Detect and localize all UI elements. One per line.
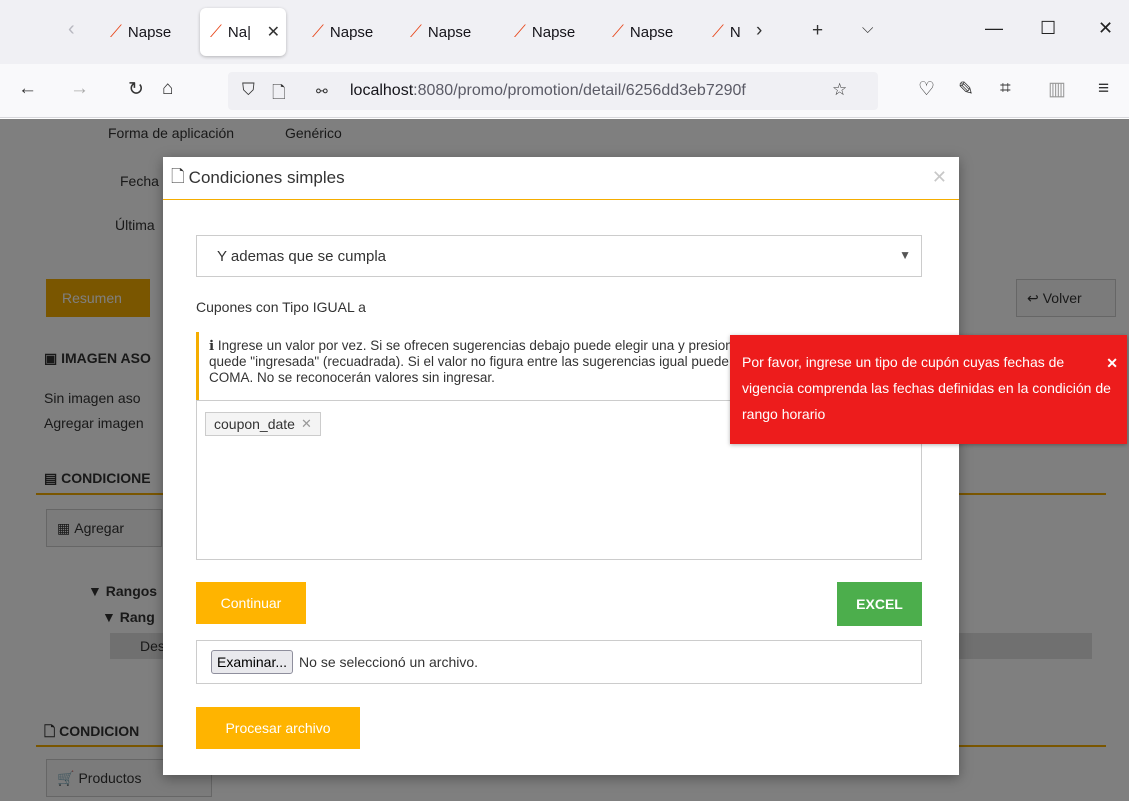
tabs-scroll-left-icon[interactable]: ‹ bbox=[68, 18, 75, 41]
list-tabs-icon[interactable]: ⌵ bbox=[862, 20, 873, 37]
tab-label: Napse bbox=[127, 23, 172, 41]
file-icon: 🗋 bbox=[171, 166, 185, 186]
url-path: :8080/promo/promotion/detail/6256dd3eb72… bbox=[413, 82, 746, 99]
continuar-button[interactable]: Continuar bbox=[196, 582, 306, 624]
excel-button[interactable]: EXCEL bbox=[837, 582, 922, 626]
page-icon[interactable]: 🗋 bbox=[272, 80, 286, 109]
browser-tab-bar: ‹ ⟋ Napse ⟋ Na| ✕ ⟋ Napse ⟋ Napse ⟋ Naps… bbox=[0, 0, 1129, 64]
tag-chip: coupon_date ✕ bbox=[205, 412, 321, 436]
minimize-icon[interactable]: — bbox=[985, 18, 1003, 39]
browser-tab[interactable]: ⟋ Napse bbox=[612, 8, 702, 56]
reload-icon[interactable]: ↻ bbox=[128, 78, 144, 101]
tab-close-icon[interactable]: ✕ bbox=[267, 22, 280, 42]
condition-select[interactable]: Y ademas que se cumpla ▼ bbox=[196, 235, 922, 277]
cupones-field-label: Cupones con Tipo IGUAL a bbox=[196, 299, 366, 315]
browser-tab[interactable]: ⟋ Napse bbox=[110, 8, 190, 56]
pocket-icon[interactable]: ♡ bbox=[918, 78, 935, 101]
tab-label: Na| bbox=[227, 23, 251, 41]
napse-logo-icon: ⟋ bbox=[514, 22, 526, 41]
home-icon[interactable]: ⌂ bbox=[162, 78, 173, 100]
window-close-icon[interactable]: ✕ bbox=[1098, 18, 1113, 39]
maximize-icon[interactable]: ☐ bbox=[1040, 18, 1056, 39]
browser-tab[interactable]: ⟋ Napse bbox=[312, 8, 402, 56]
permissions-icon[interactable]: ⚯ bbox=[316, 83, 328, 100]
modal-close-icon[interactable]: ✕ bbox=[932, 167, 947, 188]
browser-tab[interactable]: ⟋ N bbox=[712, 8, 752, 56]
chevron-down-icon: ▼ bbox=[899, 248, 911, 262]
modal-title: Condiciones simples bbox=[188, 168, 345, 187]
info-icon: ℹ bbox=[209, 338, 215, 353]
napse-logo-icon: ⟋ bbox=[210, 22, 222, 41]
tag-label: coupon_date bbox=[214, 416, 295, 432]
tab-label: Napse bbox=[629, 23, 674, 41]
toast-close-icon[interactable]: ✕ bbox=[1106, 350, 1118, 376]
condition-select-value: Y ademas que se cumpla bbox=[217, 247, 386, 265]
url-bar[interactable]: ⛉ 🗋 ⚯ localhost:8080/promo/promotion/det… bbox=[228, 72, 878, 110]
napse-logo-icon: ⟋ bbox=[612, 22, 624, 41]
napse-logo-icon: ⟋ bbox=[312, 22, 324, 41]
file-status: No se seleccionó un archivo. bbox=[299, 654, 479, 670]
napse-logo-icon: ⟋ bbox=[712, 22, 724, 41]
bookmark-star-icon[interactable]: ☆ bbox=[832, 80, 847, 100]
extension-icon[interactable]: ✎ bbox=[958, 78, 974, 101]
crop-icon[interactable]: ⌗ bbox=[1000, 78, 1011, 100]
tab-label: Napse bbox=[427, 23, 472, 41]
tab-label: Napse bbox=[531, 23, 576, 41]
shield-icon[interactable]: ⛉ bbox=[242, 80, 255, 100]
error-toast: Por favor, ingrese un tipo de cupón cuya… bbox=[730, 335, 1127, 444]
examinar-button[interactable]: Examinar... bbox=[211, 650, 294, 674]
toast-message: Por favor, ingrese un tipo de cupón cuya… bbox=[742, 354, 1111, 422]
napse-logo-icon: ⟋ bbox=[110, 22, 122, 41]
tabs-scroll-right-icon[interactable]: › bbox=[756, 20, 762, 42]
browser-nav-bar: ← → ↻ ⌂ ⛉ 🗋 ⚯ localhost:8080/promo/promo… bbox=[0, 64, 1129, 118]
modal-header: 🗋 Condiciones simples ✕ bbox=[163, 157, 959, 200]
url-text[interactable]: localhost:8080/promo/promotion/detail/62… bbox=[350, 82, 820, 100]
condiciones-simples-modal: 🗋 Condiciones simples ✕ Y ademas que se … bbox=[163, 157, 959, 775]
file-input: Examinar... No se seleccionó un archivo. bbox=[196, 640, 922, 684]
tag-remove-icon[interactable]: ✕ bbox=[301, 416, 312, 432]
napse-logo-icon: ⟋ bbox=[410, 22, 422, 41]
url-host: localhost bbox=[350, 82, 414, 99]
back-icon[interactable]: ← bbox=[18, 78, 37, 100]
tab-label: N bbox=[729, 23, 741, 41]
new-tab-icon[interactable]: + bbox=[812, 20, 823, 42]
browser-tab-active[interactable]: ⟋ Na| ✕ bbox=[200, 8, 286, 56]
forward-icon[interactable]: → bbox=[70, 78, 89, 100]
menu-icon[interactable]: ≡ bbox=[1098, 78, 1109, 100]
browser-tab[interactable]: ⟋ Napse bbox=[410, 8, 500, 56]
reader-icon[interactable]: ▥ bbox=[1048, 78, 1066, 101]
tab-label: Napse bbox=[329, 23, 374, 41]
browser-tab[interactable]: ⟋ Napse bbox=[514, 8, 604, 56]
procesar-archivo-button[interactable]: Procesar archivo bbox=[196, 707, 360, 749]
